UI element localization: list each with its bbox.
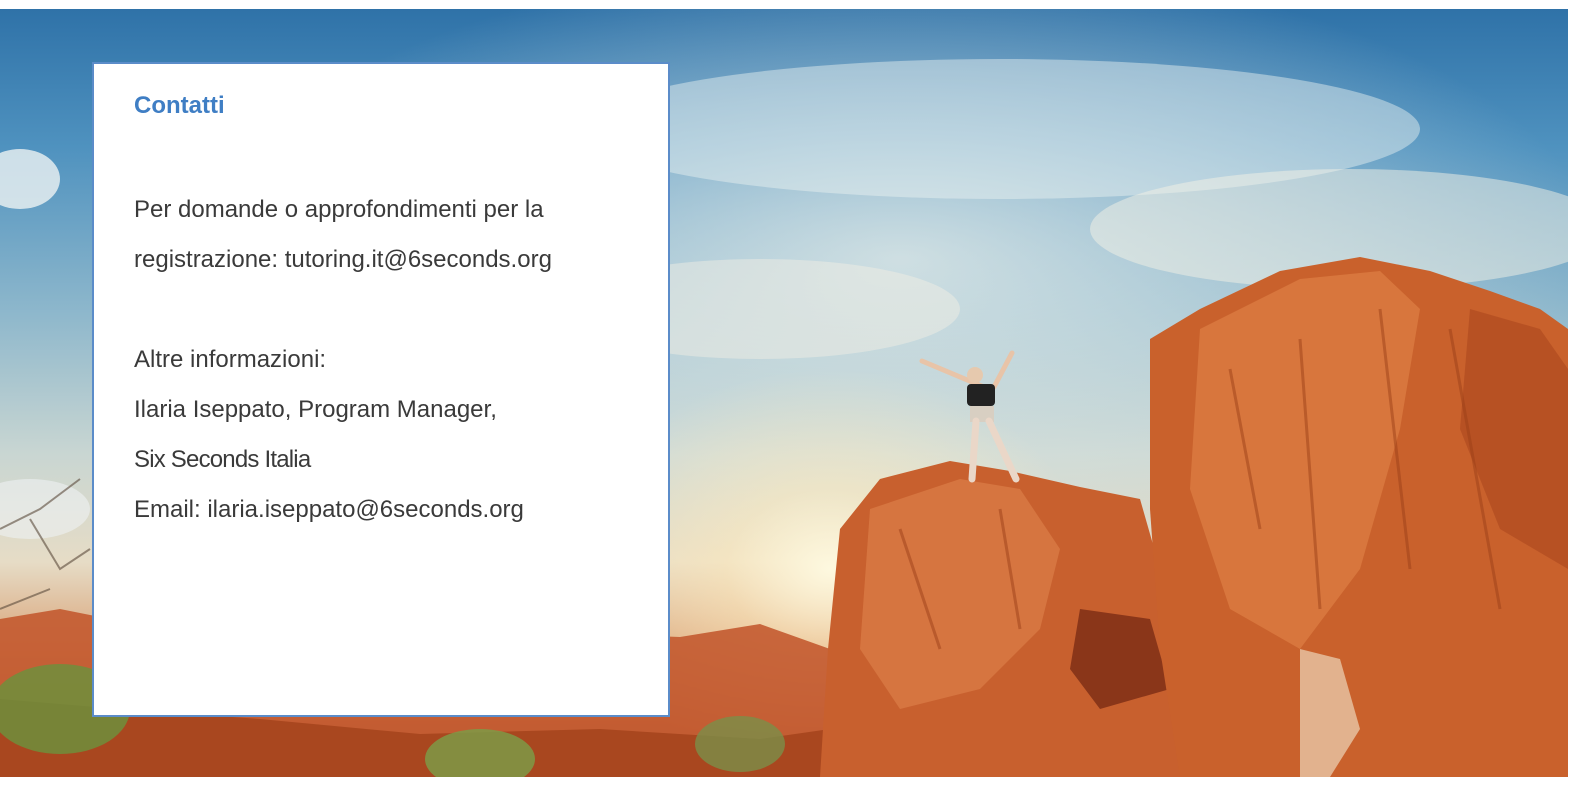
person-figure [919, 350, 1020, 483]
registration-line-2: registrazione: tutoring.it@6seconds.org [134, 246, 552, 273]
contact-card: Contatti Per domande o approfondimenti p… [92, 62, 670, 717]
contact-name: Ilaria Iseppato, Program Manager, [134, 396, 497, 423]
registration-info: Per domande o approfondimenti per la reg… [134, 185, 552, 285]
contact-email: Email: ilaria.iseppato@6seconds.org [134, 496, 524, 523]
contact-organization: Six Seconds Italia [134, 446, 311, 473]
contact-details: Altre informazioni: Ilaria Iseppato, Pro… [134, 335, 524, 535]
registration-line-1: Per domande o approfondimenti per la [134, 196, 544, 223]
contact-card-title: Contatti [134, 92, 225, 119]
more-info-label: Altre informazioni: [134, 346, 327, 373]
